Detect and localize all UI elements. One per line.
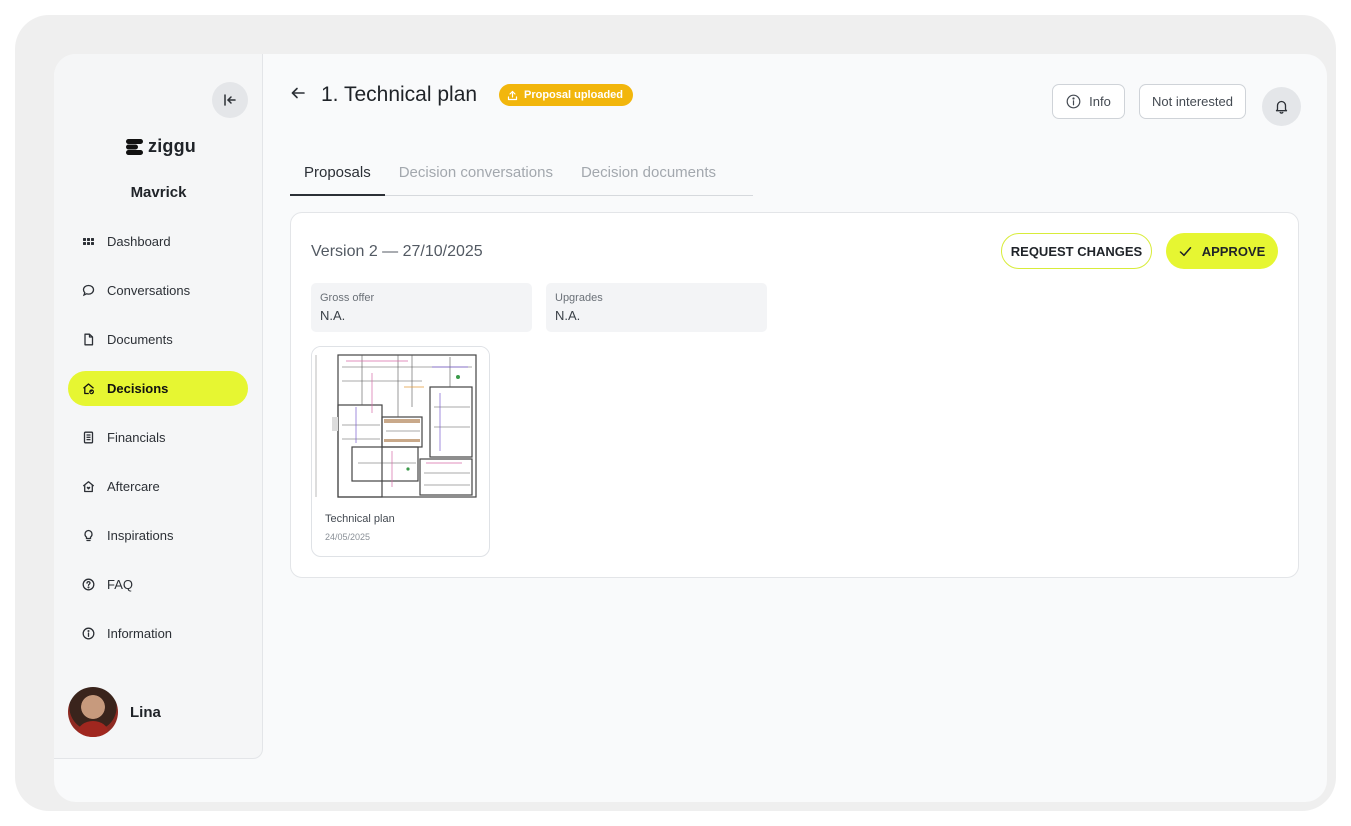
back-button[interactable]: [290, 85, 306, 106]
tab-bar: Proposals Decision conversations Decisio…: [290, 156, 753, 196]
document-title: Technical plan: [325, 513, 395, 525]
info-circle-icon: [1066, 94, 1081, 109]
sidebar-item-label: Inspirations: [107, 528, 174, 543]
proposal-card: Version 2 — 27/10/2025 REQUEST CHANGES A…: [290, 212, 1299, 578]
user-profile[interactable]: Lina: [68, 687, 161, 737]
collapse-left-icon: [224, 94, 236, 106]
device-frame: ziggu Mavrick Dashboard Conversations Do…: [15, 15, 1336, 811]
not-interested-label: Not interested: [1152, 94, 1233, 109]
sidebar-item-financials[interactable]: Financials: [68, 420, 248, 455]
sidebar-item-conversations[interactable]: Conversations: [68, 273, 248, 308]
status-badge: Proposal uploaded: [499, 84, 634, 106]
sidebar-item-information[interactable]: Information: [68, 616, 248, 651]
sidebar-item-label: Conversations: [107, 283, 191, 298]
sidebar-item-label: FAQ: [107, 577, 134, 592]
organization-name: Mavrick: [130, 184, 187, 201]
approve-label: APPROVE: [1201, 243, 1266, 259]
field-value: N.A.: [320, 308, 346, 323]
arrow-left-icon: [291, 87, 305, 99]
house-heart-icon: [82, 481, 95, 493]
sidebar-item-inspirations[interactable]: Inspirations: [68, 518, 248, 553]
lightbulb-icon: [84, 529, 93, 542]
collapse-sidebar-button[interactable]: [212, 82, 248, 118]
sidebar-item-label: Documents: [107, 332, 173, 347]
field-label: Upgrades: [555, 292, 603, 304]
question-circle-icon: [82, 578, 95, 591]
gross-offer-field: Gross offer N.A.: [311, 283, 532, 332]
document-date: 24/05/2025: [325, 532, 371, 542]
tab-proposals[interactable]: Proposals: [290, 156, 385, 196]
field-value: N.A.: [555, 308, 581, 323]
sidebar-item-dashboard[interactable]: Dashboard: [68, 224, 248, 259]
check-icon: [1179, 246, 1191, 256]
sidebar-item-label: Dashboard: [107, 234, 171, 249]
ziggu-logo-icon: [126, 138, 143, 155]
bell-icon: [1275, 100, 1288, 114]
sidebar-item-label: Financials: [107, 430, 166, 445]
page-title: 1. Technical plan: [321, 83, 478, 106]
sidebar-item-label: Decisions: [107, 381, 169, 396]
info-button-label: Info: [1089, 94, 1111, 109]
sidebar-nav: Dashboard Conversations Documents Decisi…: [68, 224, 248, 665]
sidebar-item-decisions[interactable]: Decisions: [68, 371, 248, 406]
grid-icon: [83, 238, 94, 245]
sidebar: ziggu Mavrick Dashboard Conversations Do…: [54, 54, 263, 759]
notifications-button[interactable]: [1262, 87, 1301, 126]
sidebar-item-faq[interactable]: FAQ: [68, 567, 248, 602]
upload-icon: [507, 90, 518, 100]
tab-decision-conversations[interactable]: Decision conversations: [385, 156, 567, 196]
sidebar-item-label: Aftercare: [107, 479, 160, 494]
status-badge-label: Proposal uploaded: [524, 89, 624, 101]
field-label: Gross offer: [320, 292, 375, 304]
chat-bubble-icon: [82, 284, 95, 297]
document-card[interactable]: Technical plan 24/05/2025: [311, 346, 490, 557]
home-check-icon: [83, 383, 94, 395]
ziggu-logo: ziggu: [126, 136, 196, 157]
sidebar-item-aftercare[interactable]: Aftercare: [68, 469, 248, 504]
not-interested-button[interactable]: Not interested: [1139, 84, 1246, 119]
request-changes-button[interactable]: REQUEST CHANGES: [1001, 233, 1152, 269]
logo-text: ziggu: [148, 136, 196, 156]
sidebar-item-label: Information: [107, 626, 173, 641]
user-name: Lina: [130, 703, 161, 721]
floor-plan-thumbnail: [312, 347, 489, 504]
app-screen: ziggu Mavrick Dashboard Conversations Do…: [54, 54, 1327, 802]
info-circle-icon: [82, 627, 95, 640]
sidebar-item-documents[interactable]: Documents: [68, 322, 248, 357]
info-button[interactable]: Info: [1052, 84, 1125, 119]
document-icon: [84, 333, 94, 346]
proposal-version: Version 2 — 27/10/2025: [311, 243, 483, 260]
approve-button[interactable]: APPROVE: [1166, 233, 1278, 269]
request-changes-label: REQUEST CHANGES: [1010, 243, 1143, 259]
tab-decision-documents[interactable]: Decision documents: [567, 156, 730, 196]
upgrades-field: Upgrades N.A.: [546, 283, 767, 332]
avatar: [68, 687, 118, 737]
receipt-icon: [83, 431, 94, 444]
